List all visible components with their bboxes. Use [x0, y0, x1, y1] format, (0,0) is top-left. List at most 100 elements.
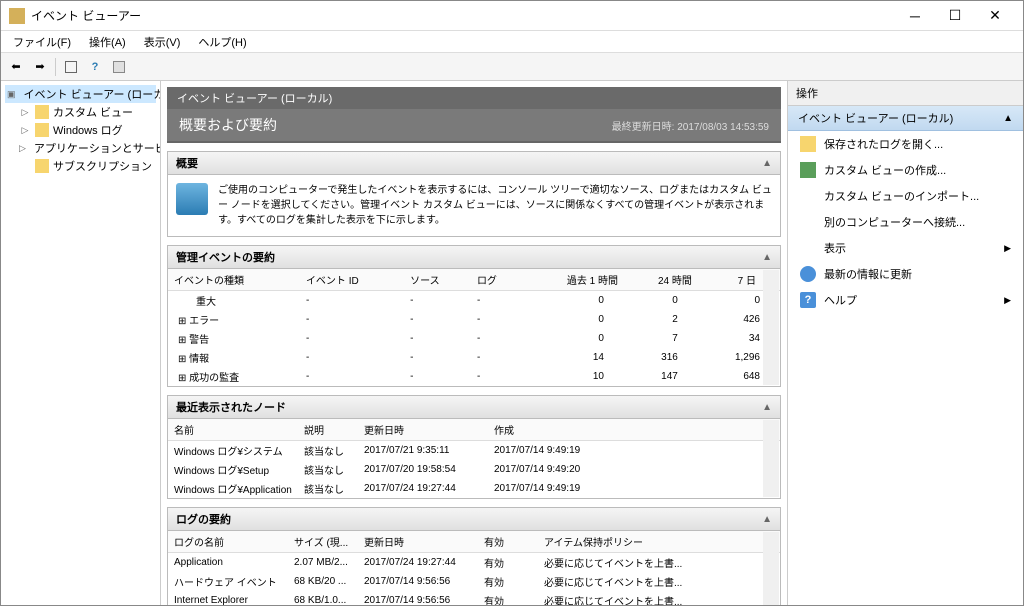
action-open-saved-log[interactable]: 保存されたログを開く... — [788, 131, 1023, 157]
section-title: 最近表示されたノード — [176, 399, 286, 415]
col-eventid[interactable]: イベント ID — [300, 269, 404, 291]
col-updated[interactable]: 更新日時 — [358, 531, 478, 553]
table-row[interactable]: ⊞ 成功の監査---10147648 — [168, 367, 780, 386]
close-button[interactable]: ✕ — [975, 2, 1015, 30]
table-row[interactable]: Windows ログ¥Application該当なし2017/07/24 19:… — [168, 479, 780, 498]
action-import-custom-view[interactable]: カスタム ビューのインポート... — [788, 183, 1023, 209]
expand-icon[interactable]: ▷ — [19, 125, 31, 136]
properties-button[interactable] — [108, 56, 130, 78]
action-create-custom-view[interactable]: カスタム ビューの作成... — [788, 157, 1023, 183]
overview-text: ご使用のコンピューターで発生したイベントを表示するには、コンソール ツリーで適切… — [218, 183, 772, 228]
col-created[interactable]: 作成 — [488, 419, 780, 441]
scrollbar[interactable] — [763, 532, 779, 605]
back-button[interactable]: ⬅ — [5, 56, 27, 78]
tree-label: アプリケーションとサービス ログ — [34, 140, 161, 156]
window-title: イベント ビューアー — [31, 7, 895, 24]
action-help[interactable]: ? ヘルプ ▶ — [788, 287, 1023, 313]
action-label: 保存されたログを開く... — [824, 136, 943, 152]
col-desc[interactable]: 説明 — [298, 419, 358, 441]
tree-label: サブスクリプション — [53, 158, 152, 174]
actions-title: 操作 — [788, 81, 1023, 106]
action-connect-computer[interactable]: 別のコンピューターへ接続... — [788, 209, 1023, 235]
chevron-right-icon: ▶ — [1004, 295, 1011, 306]
log-summary-table: ログの名前 サイズ (現... 更新日時 有効 アイテム保持ポリシー Appli… — [168, 531, 780, 605]
col-source[interactable]: ソース — [404, 269, 471, 291]
separator — [55, 58, 56, 76]
table-row[interactable]: ハードウェア イベント68 KB/20 ...2017/07/14 9:56:5… — [168, 572, 780, 591]
collapse-icon[interactable]: ▣ — [7, 89, 16, 100]
tree-label: Windows ログ — [53, 122, 123, 138]
log-summary-section: ログの要約 ▲ ログの名前 サイズ (現... 更新日時 有効 アイテム保持ポリ… — [167, 507, 781, 605]
tree-custom-views[interactable]: ▷ カスタム ビュー — [5, 103, 156, 121]
chevron-right-icon: ▶ — [1004, 243, 1011, 254]
recent-nodes-header[interactable]: 最近表示されたノード ▲ — [167, 395, 781, 419]
action-label: 別のコンピューターへ接続... — [824, 214, 965, 230]
scrollbar[interactable] — [763, 420, 779, 497]
table-row[interactable]: 重大---000 — [168, 291, 780, 311]
menu-action[interactable]: 操作(A) — [81, 32, 134, 52]
overview-section: 概要 ▲ ご使用のコンピューターで発生したイベントを表示するには、コンソール ツ… — [167, 151, 781, 237]
table-row[interactable]: Application2.07 MB/2...2017/07/24 19:27:… — [168, 553, 780, 573]
collapse-icon[interactable]: ▲ — [762, 402, 772, 413]
action-label: 表示 — [824, 240, 846, 256]
table-row[interactable]: ⊞ エラー---02426 — [168, 310, 780, 329]
tree-app-services[interactable]: ▷ アプリケーションとサービス ログ — [5, 139, 156, 157]
menu-file[interactable]: ファイル(F) — [5, 32, 79, 52]
actions-section-header[interactable]: イベント ビューアー (ローカル) ▲ — [788, 106, 1023, 131]
help-toolbar-button[interactable]: ? — [84, 56, 106, 78]
col-day[interactable]: 24 時間 — [624, 269, 698, 291]
blank-icon — [800, 188, 816, 204]
action-label: カスタム ビューの作成... — [824, 162, 946, 178]
minimize-button[interactable]: ─ — [895, 2, 935, 30]
collapse-icon[interactable]: ▲ — [762, 252, 772, 263]
col-enabled[interactable]: 有効 — [478, 531, 538, 553]
action-label: カスタム ビューのインポート... — [824, 188, 979, 204]
overview-header[interactable]: 概要 ▲ — [167, 151, 781, 175]
maximize-button[interactable]: ☐ — [935, 2, 975, 30]
menu-view[interactable]: 表示(V) — [136, 32, 189, 52]
folder-icon — [35, 105, 49, 119]
timestamp: 最終更新日時: 2017/08/03 14:53:59 — [612, 118, 769, 133]
table-row[interactable]: ⊞ 情報---143161,296 — [168, 348, 780, 367]
tree-root-label: イベント ビューアー (ローカル) — [24, 86, 161, 102]
expand-icon[interactable]: ▷ — [19, 143, 26, 154]
action-refresh[interactable]: 最新の情報に更新 — [788, 261, 1023, 287]
table-row[interactable]: ⊞ 警告---0734 — [168, 329, 780, 348]
col-updated[interactable]: 更新日時 — [358, 419, 488, 441]
col-hour[interactable]: 過去 1 時間 — [522, 269, 624, 291]
recent-nodes-table: 名前 説明 更新日時 作成 Windows ログ¥システム該当なし2017/07… — [168, 419, 780, 498]
recent-nodes-section: 最近表示されたノード ▲ 名前 説明 更新日時 作成 Windows ログ¥シス… — [167, 395, 781, 499]
folder-icon — [35, 123, 49, 137]
page-title: 概要および要約 — [179, 115, 277, 135]
table-row[interactable]: Windows ログ¥システム該当なし2017/07/21 9:35:11201… — [168, 441, 780, 461]
table-row[interactable]: Internet Explorer68 KB/1.0...2017/07/14 … — [168, 591, 780, 605]
col-size[interactable]: サイズ (現... — [288, 531, 358, 553]
col-type[interactable]: イベントの種類 — [168, 269, 300, 291]
admin-summary-header[interactable]: 管理イベントの要約 ▲ — [167, 245, 781, 269]
center-header: 概要および要約 最終更新日時: 2017/08/03 14:53:59 — [167, 109, 781, 143]
collapse-icon[interactable]: ▲ — [1003, 113, 1013, 124]
col-policy[interactable]: アイテム保持ポリシー — [538, 531, 780, 553]
action-view[interactable]: 表示 ▶ — [788, 235, 1023, 261]
menu-help[interactable]: ヘルプ(H) — [190, 32, 254, 52]
collapse-icon[interactable]: ▲ — [762, 514, 772, 525]
log-summary-header[interactable]: ログの要約 ▲ — [167, 507, 781, 531]
help-icon: ? — [800, 292, 816, 308]
forward-button[interactable]: ➡ — [29, 56, 51, 78]
col-log[interactable]: ログ — [471, 269, 522, 291]
col-name[interactable]: ログの名前 — [168, 531, 288, 553]
table-row[interactable]: Windows ログ¥Setup該当なし2017/07/20 19:58:542… — [168, 460, 780, 479]
tree-pane: ▣ イベント ビューアー (ローカル) ▷ カスタム ビュー ▷ Windows… — [1, 81, 161, 605]
col-name[interactable]: 名前 — [168, 419, 298, 441]
refresh-icon — [800, 266, 816, 282]
expand-icon[interactable]: ▷ — [19, 107, 31, 118]
tree-root[interactable]: ▣ イベント ビューアー (ローカル) — [5, 85, 156, 103]
tree-subscriptions[interactable]: サブスクリプション — [5, 157, 156, 175]
scrollbar[interactable] — [763, 270, 779, 385]
admin-summary-table: イベントの種類 イベント ID ソース ログ 過去 1 時間 24 時間 7 日… — [168, 269, 780, 386]
funnel-icon — [800, 162, 816, 178]
show-tree-button[interactable] — [60, 56, 82, 78]
section-title: ログの要約 — [176, 511, 231, 527]
collapse-icon[interactable]: ▲ — [762, 158, 772, 169]
tree-windows-logs[interactable]: ▷ Windows ログ — [5, 121, 156, 139]
